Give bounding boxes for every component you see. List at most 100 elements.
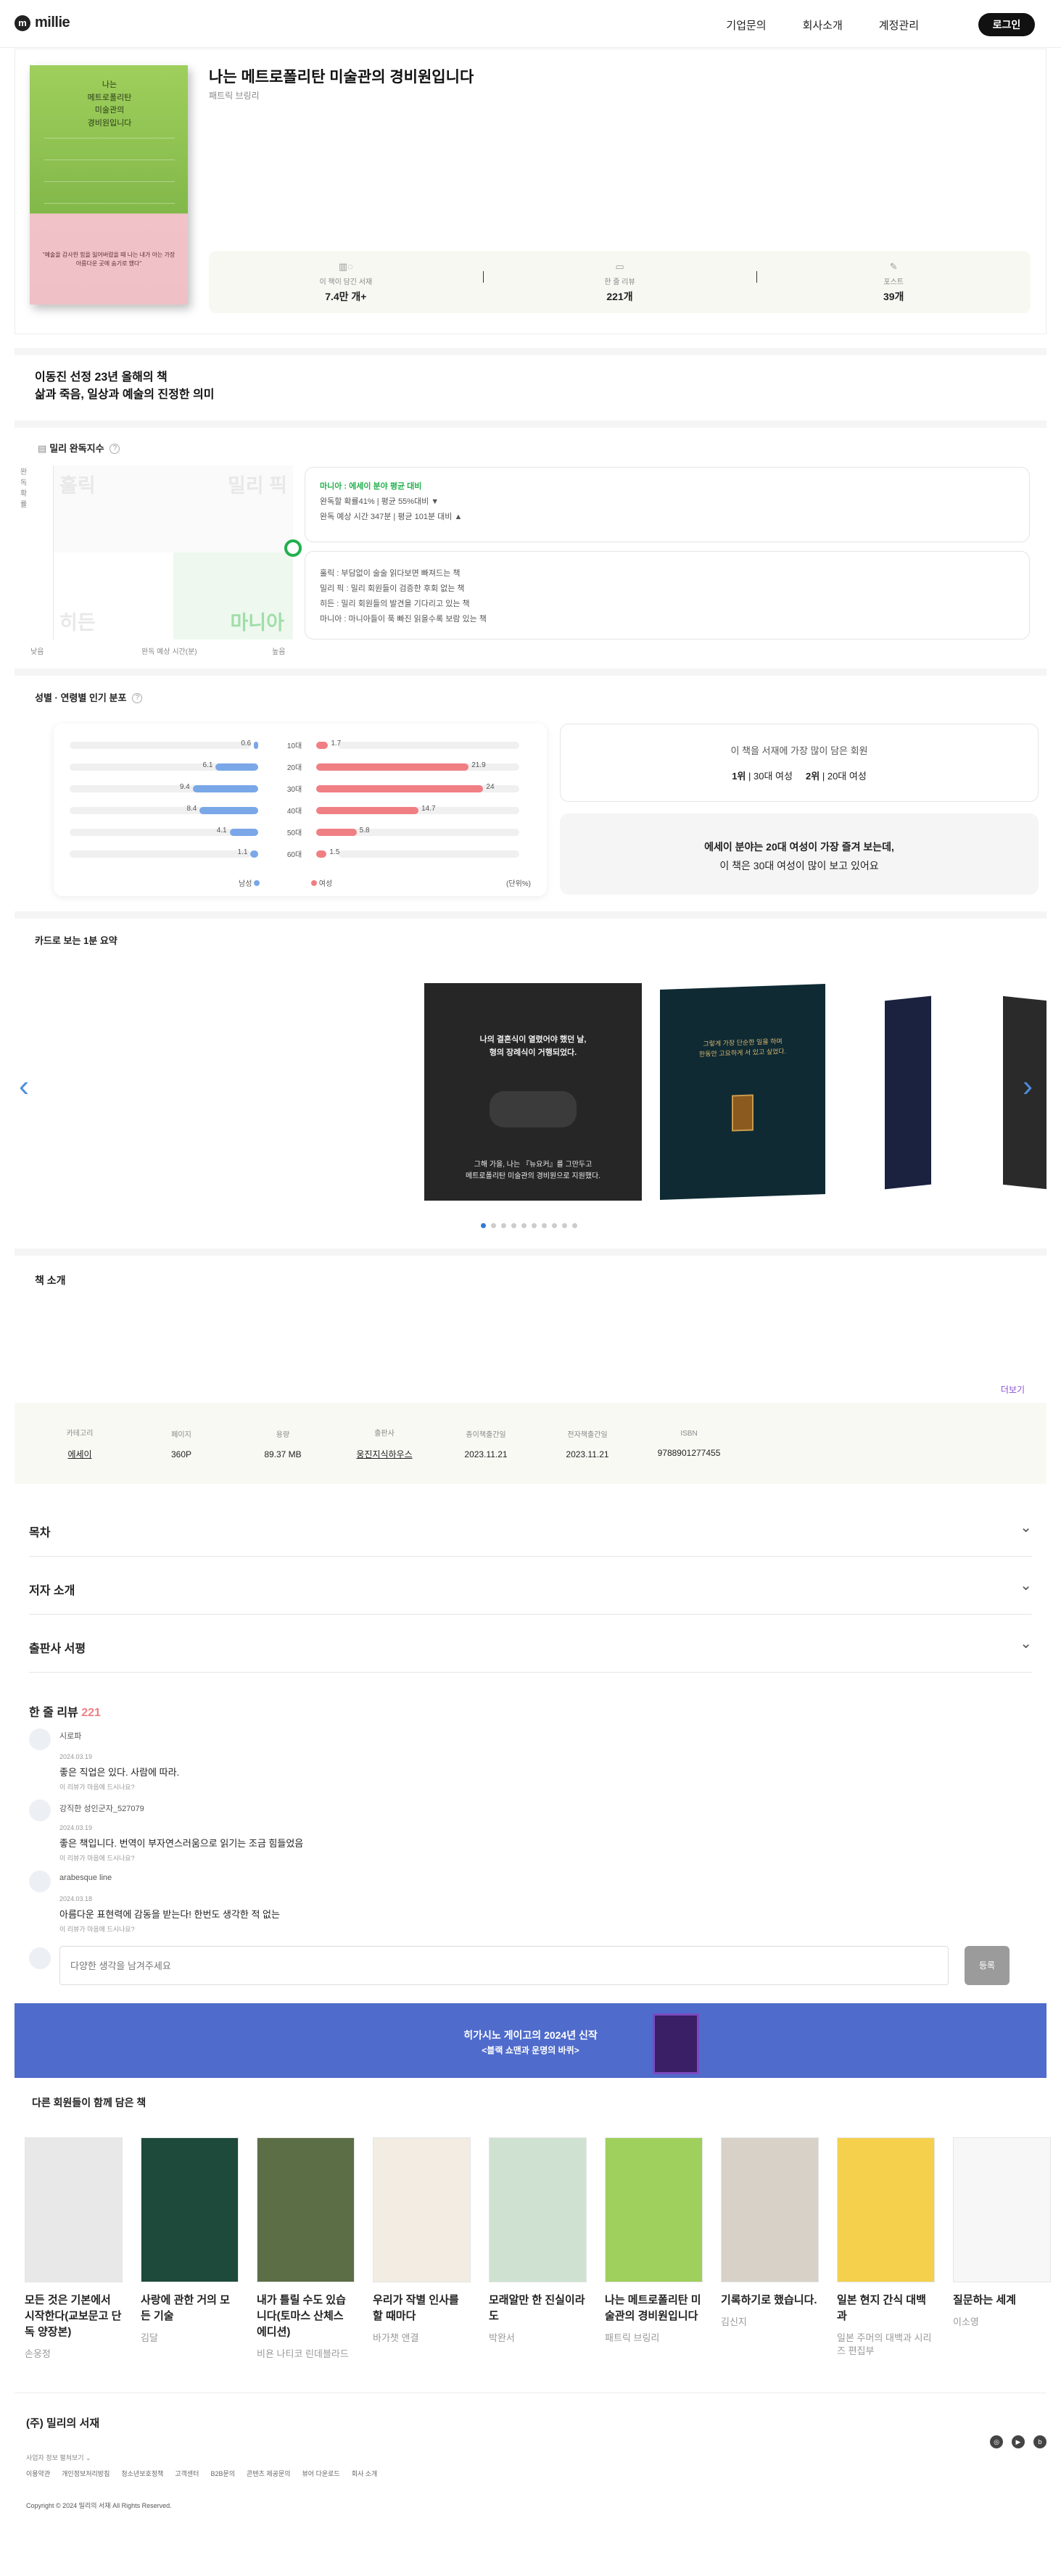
rec-book[interactable]: 기록하기로 했습니다. 김신지 xyxy=(721,2137,819,2329)
rec-book-cover[interactable] xyxy=(721,2137,819,2282)
menu-item-company-intro[interactable]: 회사소개 xyxy=(803,17,843,33)
carousel-dot[interactable] xyxy=(491,1223,496,1228)
carousel-dot[interactable] xyxy=(481,1223,486,1228)
axis-y-label: 완독 확률 xyxy=(20,468,28,509)
review-item: 시로파 2024.03.19 좋은 직업은 있다. 사람에 따라. 이 리뷰가 … xyxy=(29,1728,1032,1801)
age-label: 60대 xyxy=(286,851,302,859)
female-bar xyxy=(316,763,469,771)
stat-bookshelf[interactable]: ▥◌ 이 책이 담긴 서재 7.4만 개+ xyxy=(209,261,483,304)
gender-age-row: 9.4 30대 24 xyxy=(70,783,519,794)
carousel-dot[interactable] xyxy=(501,1223,506,1228)
stat-one-line-review[interactable]: ▭ 한 줄 리뷰 221개 xyxy=(482,261,757,304)
menu-item-account-settings[interactable]: 계정관리 xyxy=(879,17,919,33)
prev-card-arrow[interactable]: ‹ xyxy=(19,1069,29,1103)
female-bar xyxy=(316,807,419,814)
accordion-publisher-review[interactable]: 출판사 서평 ⌄ xyxy=(29,1615,1032,1673)
avatar xyxy=(29,1800,51,1821)
rec-book-title[interactable]: 모래알만 한 진실이라도 xyxy=(489,2293,587,2324)
review-input[interactable] xyxy=(59,1946,949,1985)
book-author[interactable]: 패트릭 브링리 xyxy=(209,89,260,102)
carousel-dot[interactable] xyxy=(542,1223,547,1228)
gender-age-row: 1.1 60대 1.5 xyxy=(70,848,519,859)
summary-card-1[interactable]: 나의 결혼식이 열렸어야 했던 날, 형의 장례식이 거행되었다. 그해 가을, … xyxy=(424,983,642,1201)
carousel-dot[interactable] xyxy=(532,1223,537,1228)
rec-book[interactable]: 일본 현지 간식 대백과 일본 주머의 대백과 시리즈 편집부 xyxy=(837,2137,935,2358)
next-card-arrow[interactable]: › xyxy=(1023,1069,1033,1103)
footer-link[interactable]: B2B문의 xyxy=(210,2469,235,2478)
rec-book-cover[interactable] xyxy=(489,2137,587,2282)
rec-book-cover[interactable] xyxy=(605,2137,703,2282)
summary-card-3[interactable] xyxy=(885,995,931,1190)
millie-logo[interactable]: m millie xyxy=(15,15,70,31)
rec-book[interactable]: 질문하는 세계 이소영 xyxy=(953,2137,1051,2329)
promo-banner[interactable]: 히가시노 게이고의 2024년 신작 <블랙 쇼맨과 운명의 바퀴> xyxy=(15,2003,1046,2078)
blog-icon[interactable]: b xyxy=(1033,2435,1046,2448)
chevron-down-icon: ⌄ xyxy=(1020,1578,1032,1594)
footer-link[interactable]: 고객센터 xyxy=(175,2469,199,2478)
stat-post[interactable]: ✎ 포스트 39개 xyxy=(756,261,1031,304)
menu-item-business-inquiry[interactable]: 기업문의 xyxy=(726,17,766,33)
rec-book[interactable]: 사랑에 관한 거의 모든 기술 김달 xyxy=(141,2137,239,2345)
rec-book-title[interactable]: 우리가 작별 인사를 할 때마다 xyxy=(373,2293,471,2324)
footer-link[interactable]: 회사 소개 xyxy=(352,2469,378,2478)
rec-book-title[interactable]: 모든 것은 기본에서 시작한다(교보문고 단독 양장본) xyxy=(25,2293,123,2340)
legend-item: 훌릭 : 부담없이 술술 읽다보면 빠져드는 책 xyxy=(320,569,461,578)
instagram-icon[interactable]: ◎ xyxy=(990,2435,1003,2448)
rec-book-title[interactable]: 일본 현지 간식 대백과 xyxy=(837,2293,935,2324)
footer-link[interactable]: 콘텐츠 제공문의 xyxy=(247,2469,290,2478)
review-submit-button[interactable]: 등록 xyxy=(965,1946,1010,1985)
footer-link[interactable]: 이용약관 xyxy=(26,2469,50,2478)
rec-book-cover[interactable] xyxy=(141,2137,239,2282)
rec-book-cover[interactable] xyxy=(373,2137,471,2282)
rec-book-cover[interactable] xyxy=(837,2137,935,2282)
footer-link[interactable]: 뷰어 다운로드 xyxy=(302,2469,340,2478)
review-helpful-link[interactable]: 이 리뷰가 마음에 드시나요? xyxy=(59,1924,135,1934)
female-bar xyxy=(316,829,357,836)
logo-text: millie xyxy=(35,15,70,30)
comparison-line-1: 에세이 분야는 20대 여성이 가장 즐겨 보는데, xyxy=(704,841,894,853)
top-member-title: 이 책을 서재에 가장 많이 담은 회원 xyxy=(730,745,868,756)
login-button[interactable]: 로그인 xyxy=(978,13,1035,36)
rec-book-cover[interactable] xyxy=(257,2137,355,2282)
rec-book[interactable]: 모래알만 한 진실이라도 박완서 xyxy=(489,2137,587,2345)
rec-book[interactable]: 내가 틀릴 수도 있습니다(토마스 산체스 에디션) 비욘 나티코 린데블라드 xyxy=(257,2137,355,2361)
rec-book-title[interactable]: 나는 메트로폴리탄 미술관의 경비원입니다 xyxy=(605,2293,703,2324)
cover-title: 나는 메트로폴리탄 미술관의 경비원입니다 xyxy=(87,80,132,128)
rec-book-title[interactable]: 내가 틀릴 수도 있습니다(토마스 산체스 에디션) xyxy=(257,2293,355,2340)
review-helpful-link[interactable]: 이 리뷰가 마음에 드시나요? xyxy=(59,1853,135,1863)
carousel-dot[interactable] xyxy=(511,1223,516,1228)
rec-book-cover[interactable] xyxy=(25,2137,123,2282)
footer-link[interactable]: 청소년보호정책 xyxy=(121,2469,163,2478)
gender-age-row: 6.1 20대 21.9 xyxy=(70,761,519,772)
male-bar xyxy=(215,763,258,771)
rec-book-title[interactable]: 질문하는 세계 xyxy=(953,2293,1051,2308)
male-bar xyxy=(250,850,258,858)
rec-book-cover[interactable] xyxy=(953,2137,1051,2282)
male-bar xyxy=(192,785,258,792)
summary-card-2[interactable]: 그렇게 가장 단순한 일을 하며 한동안 고요하게 서 있고 싶었다. xyxy=(660,984,825,1200)
rec-book[interactable]: 나는 메트로폴리탄 미술관의 경비원입니다 패트릭 브링리 xyxy=(605,2137,703,2345)
carousel-dot[interactable] xyxy=(572,1223,577,1228)
carousel-dots xyxy=(481,1223,577,1228)
carousel-dot[interactable] xyxy=(521,1223,527,1228)
help-icon[interactable]: ? xyxy=(110,444,120,455)
accordion-author[interactable]: 저자 소개 ⌄ xyxy=(29,1557,1032,1615)
book-position-marker xyxy=(284,539,302,557)
review-helpful-link[interactable]: 이 리뷰가 마음에 드시나요? xyxy=(59,1782,135,1792)
top-member-box: 이 책을 서재에 가장 많이 담은 회원 1위 | 30대 여성 2위 | 20… xyxy=(560,724,1039,802)
carousel-dot[interactable] xyxy=(562,1223,567,1228)
cards-title: 카드로 보는 1분 요약 xyxy=(35,935,117,946)
rec-book[interactable]: 모든 것은 기본에서 시작한다(교보문고 단독 양장본) 손웅정 xyxy=(25,2137,123,2361)
rec-book-title[interactable]: 기록하기로 했습니다. xyxy=(721,2293,819,2308)
rec-book[interactable]: 우리가 작별 인사를 할 때마다 바가챗 앤결 xyxy=(373,2137,471,2345)
youtube-icon[interactable]: ▶ xyxy=(1012,2435,1025,2448)
more-button[interactable]: 더보기 xyxy=(1001,1383,1025,1396)
carousel-dot[interactable] xyxy=(552,1223,557,1228)
accordion-toc[interactable]: 목차 ⌄ xyxy=(29,1499,1032,1557)
male-bar xyxy=(229,829,258,836)
help-icon[interactable]: ? xyxy=(132,693,143,704)
book-cover[interactable]: 나는 메트로폴리탄 미술관의 경비원입니다 "예술을 감사한 힘을 잃어버렸을 … xyxy=(30,65,188,305)
business-info-toggle[interactable]: 사업자 정보 펼쳐보기 ⌄ xyxy=(26,2453,91,2462)
rec-book-title[interactable]: 사랑에 관한 거의 모든 기술 xyxy=(141,2293,239,2324)
footer-link[interactable]: 개인정보처리방침 xyxy=(62,2469,110,2478)
